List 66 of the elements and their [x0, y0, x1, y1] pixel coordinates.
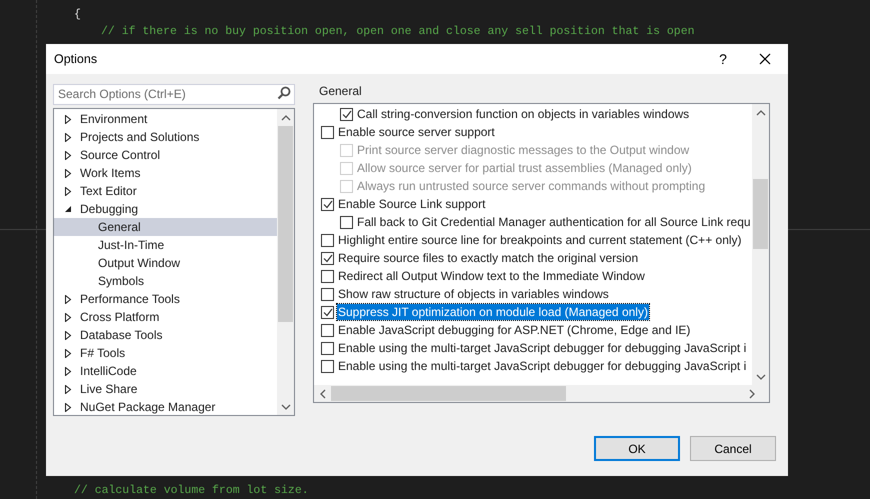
- scroll-right-icon[interactable]: [748, 388, 756, 398]
- checkbox[interactable]: [321, 126, 334, 138]
- search-field[interactable]: Search Options (Ctrl+E): [53, 84, 295, 104]
- code-comment: // calculate volume from lot size.: [73, 484, 309, 497]
- tree-item[interactable]: Cross Platform: [80, 308, 160, 326]
- scrollbar-thumb[interactable]: [753, 179, 768, 249]
- scroll-left-icon[interactable]: [318, 388, 326, 398]
- checkbox[interactable]: [340, 216, 353, 228]
- checkbox[interactable]: [321, 342, 334, 354]
- cancel-button[interactable]: Cancel: [690, 436, 776, 461]
- checkbox[interactable]: [321, 198, 334, 210]
- tree-item[interactable]: Source Control: [80, 146, 160, 164]
- scroll-down-icon[interactable]: [280, 402, 290, 410]
- scroll-down-icon[interactable]: [756, 372, 766, 380]
- checkbox[interactable]: [340, 108, 353, 120]
- ok-button[interactable]: OK: [594, 436, 680, 461]
- check-icon: [322, 254, 332, 262]
- expanded-triangle-icon[interactable]: [64, 205, 72, 213]
- search-icon: [277, 86, 291, 100]
- tree-item[interactable]: F# Tools: [80, 344, 126, 362]
- scroll-up-icon[interactable]: [280, 114, 290, 122]
- check-icon: [322, 200, 332, 208]
- option-label[interactable]: Enable using the multi-target JavaScript debugger for debugging JavaScript i: [337, 358, 748, 374]
- tree-item[interactable]: Text Editor: [80, 182, 137, 200]
- tree-item[interactable]: Symbols: [98, 272, 144, 290]
- scrollbar-thumb[interactable]: [331, 386, 566, 401]
- tree-item[interactable]: Performance Tools: [80, 290, 180, 308]
- option-label[interactable]: Enable source server support: [337, 124, 496, 140]
- close-icon: [759, 53, 771, 65]
- tree-item[interactable]: Just-In-Time: [98, 236, 164, 254]
- checkbox[interactable]: [321, 324, 334, 336]
- option-label[interactable]: Highlight entire source line for breakpoints and current statement (C++ only): [337, 232, 743, 248]
- checkbox[interactable]: [321, 270, 334, 282]
- tree-item[interactable]: Environment: [80, 110, 148, 128]
- tree-item[interactable]: NuGet Package Manager: [80, 398, 216, 415]
- checkbox[interactable]: [321, 252, 334, 264]
- option-label[interactable]: Enable using the multi-target JavaScript debugger for debugging JavaScript i: [337, 340, 748, 356]
- window-title: Options: [54, 50, 98, 68]
- tree-item[interactable]: IntelliCode: [80, 362, 137, 380]
- code-comment: // if there is no buy position open, open one and close any sell position that is open: [100, 25, 694, 38]
- option-label[interactable]: Show raw structure of objects in variables windows: [337, 286, 610, 302]
- option-label[interactable]: Redirect all Output Window text to the Immediate Window: [337, 268, 646, 284]
- section-heading: General: [318, 83, 363, 100]
- tree-item[interactable]: Database Tools: [80, 326, 162, 344]
- scroll-up-icon[interactable]: [756, 108, 766, 116]
- option-label[interactable]: Enable JavaScript debugging for ASP.NET (Chrome, Edge and IE): [337, 322, 692, 338]
- checkbox[interactable]: [321, 306, 334, 318]
- tree-item[interactable]: General: [98, 218, 141, 236]
- checkbox[interactable]: [321, 288, 334, 300]
- help-button[interactable]: ?: [708, 44, 738, 74]
- tree-item[interactable]: Output Window: [98, 254, 180, 272]
- option-label[interactable]: Enable Source Link support: [337, 196, 486, 212]
- check-icon: [322, 308, 332, 316]
- checkbox[interactable]: [321, 360, 334, 372]
- scrollbar-thumb[interactable]: [278, 126, 293, 322]
- checkbox[interactable]: [321, 234, 334, 246]
- code-line: {: [73, 8, 81, 21]
- tree-item[interactable]: Debugging: [80, 200, 138, 218]
- check-icon: [342, 110, 352, 118]
- tree-item[interactable]: Projects and Solutions: [80, 128, 200, 146]
- option-label[interactable]: Require source files to exactly match the original version: [337, 250, 640, 266]
- tree-item[interactable]: Live Share: [80, 380, 138, 398]
- option-label[interactable]: Suppress JIT optimization on module load (Managed only): [337, 304, 649, 320]
- tree-item[interactable]: Work Items: [80, 164, 140, 182]
- option-label[interactable]: Fall back to Git Credential Manager authentication for all Source Link requ: [356, 214, 752, 230]
- option-label[interactable]: Call string-conversion function on objects in variables windows: [356, 106, 690, 122]
